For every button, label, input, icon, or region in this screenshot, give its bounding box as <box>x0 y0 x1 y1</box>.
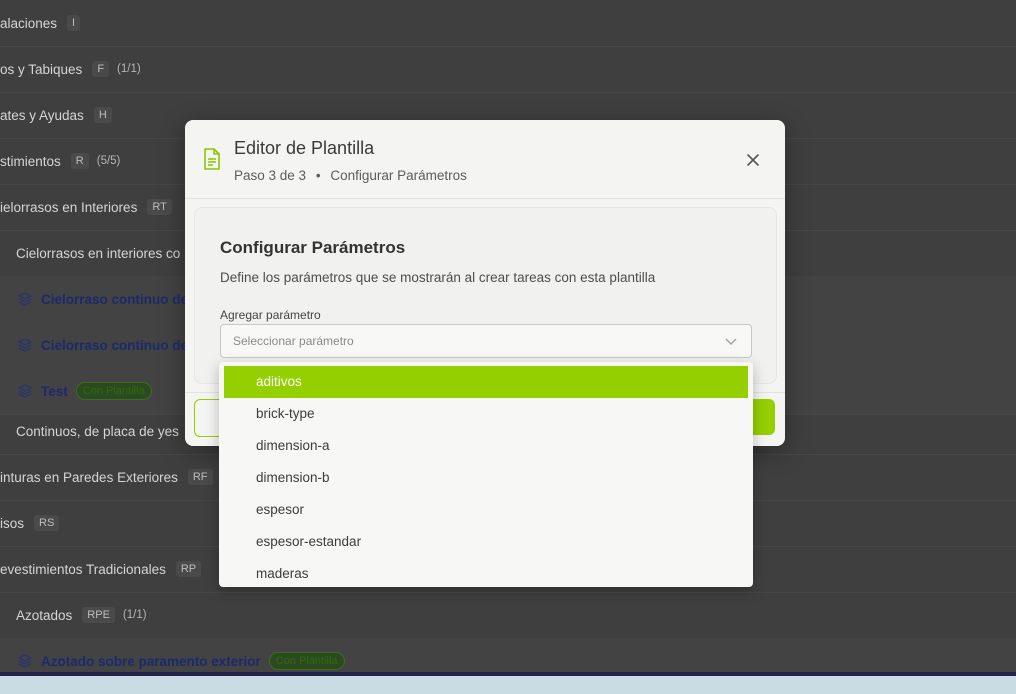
row-count: (1/1) <box>117 63 141 75</box>
modal-header: Editor de Plantilla Paso 3 de 3 • Config… <box>185 120 785 199</box>
row-label: Azotados <box>16 607 73 623</box>
row-label: ielorrasos en Interiores <box>0 199 138 215</box>
option-label: aditivos <box>256 374 302 389</box>
option-brick-type[interactable]: brick-type <box>224 398 748 430</box>
select-placeholder: Seleccionar parámetro <box>233 334 354 348</box>
row-code: R <box>70 153 89 169</box>
option-aditivos[interactable]: aditivos <box>224 366 748 398</box>
row-label: inturas en Paredes Exteriores <box>0 469 178 485</box>
row-code: RF <box>187 469 213 485</box>
modal-title: Editor de Plantilla <box>234 138 375 158</box>
section-description: Define los parámetros que se mostrarán a… <box>220 270 656 285</box>
row-code: RT <box>147 199 172 215</box>
option-dimension-a[interactable]: dimension-a <box>224 430 748 462</box>
tree-row-muros-tabiques[interactable]: os y Tabiques F (1/1) <box>0 46 1016 93</box>
close-icon[interactable] <box>745 152 761 168</box>
option-label: dimension-b <box>256 470 330 485</box>
step-indicator: Paso 3 de 3 • Configurar Parámetros <box>234 168 467 183</box>
option-label: maderas <box>256 566 309 581</box>
option-label: brick-type <box>256 406 315 421</box>
document-icon <box>204 148 220 170</box>
taskbar-strip <box>0 672 1016 694</box>
option-label: dimension-a <box>256 438 330 453</box>
add-parameter-label: Agregar parámetro <box>220 308 321 322</box>
option-label: espesor-estandar <box>256 534 362 549</box>
row-label: os y Tabiques <box>0 61 83 77</box>
row-label: Test <box>41 383 68 399</box>
option-label: espesor <box>256 502 305 517</box>
tree-row-instalaciones[interactable]: alaciones I <box>0 0 1016 47</box>
step-number: Paso 3 de 3 <box>234 168 307 183</box>
layers-icon <box>18 654 32 668</box>
tree-row-azotados[interactable]: Azotados RPE (1/1) <box>0 592 1016 639</box>
row-code: RS <box>34 515 60 531</box>
option-espesor[interactable]: espesor <box>224 494 748 526</box>
option-dimension-b[interactable]: dimension-b <box>224 462 748 494</box>
row-label: Azotado sobre paramento exterior <box>41 653 261 669</box>
row-label: stimientos <box>0 153 61 169</box>
template-badge: Con Plantilla <box>268 652 345 670</box>
row-code: RP <box>175 561 202 577</box>
parameter-select[interactable]: Seleccionar parámetro <box>220 324 752 358</box>
layers-icon <box>18 338 32 352</box>
parameter-options-list: aditivos brick-type dimension-a dimensio… <box>219 362 753 587</box>
section-title: Configurar Parámetros <box>220 238 406 257</box>
row-code: RPE <box>82 607 115 623</box>
row-label: Cielorraso continuo de <box>41 337 189 353</box>
row-code: I <box>67 15 81 31</box>
step-name: Configurar Parámetros <box>330 168 467 183</box>
row-count: (1/1) <box>122 609 147 621</box>
parameters-card: Configurar Parámetros Define los parámet… <box>194 207 777 384</box>
row-label: evestimientos Tradicionales <box>0 561 166 577</box>
option-espesor-estandar[interactable]: espesor-estandar <box>224 526 748 558</box>
row-code: H <box>93 107 112 123</box>
option-maderas[interactable]: maderas <box>224 558 748 587</box>
row-label: Cielorrasos en interiores co <box>16 245 181 261</box>
template-badge: Con Plantilla <box>75 382 152 400</box>
row-count: (5/5) <box>96 155 121 167</box>
row-label: Continuos, de placa de yes <box>16 423 179 439</box>
row-label: ates y Ayudas <box>0 107 84 123</box>
row-code: F <box>92 61 110 77</box>
layers-icon <box>18 384 32 398</box>
step-separator: • <box>315 168 321 183</box>
row-label: Cielorraso continuo de <box>41 291 189 307</box>
row-label: alaciones <box>0 15 58 31</box>
row-label: isos <box>0 515 25 531</box>
layers-icon <box>18 292 32 306</box>
chevron-down-icon <box>725 338 737 345</box>
